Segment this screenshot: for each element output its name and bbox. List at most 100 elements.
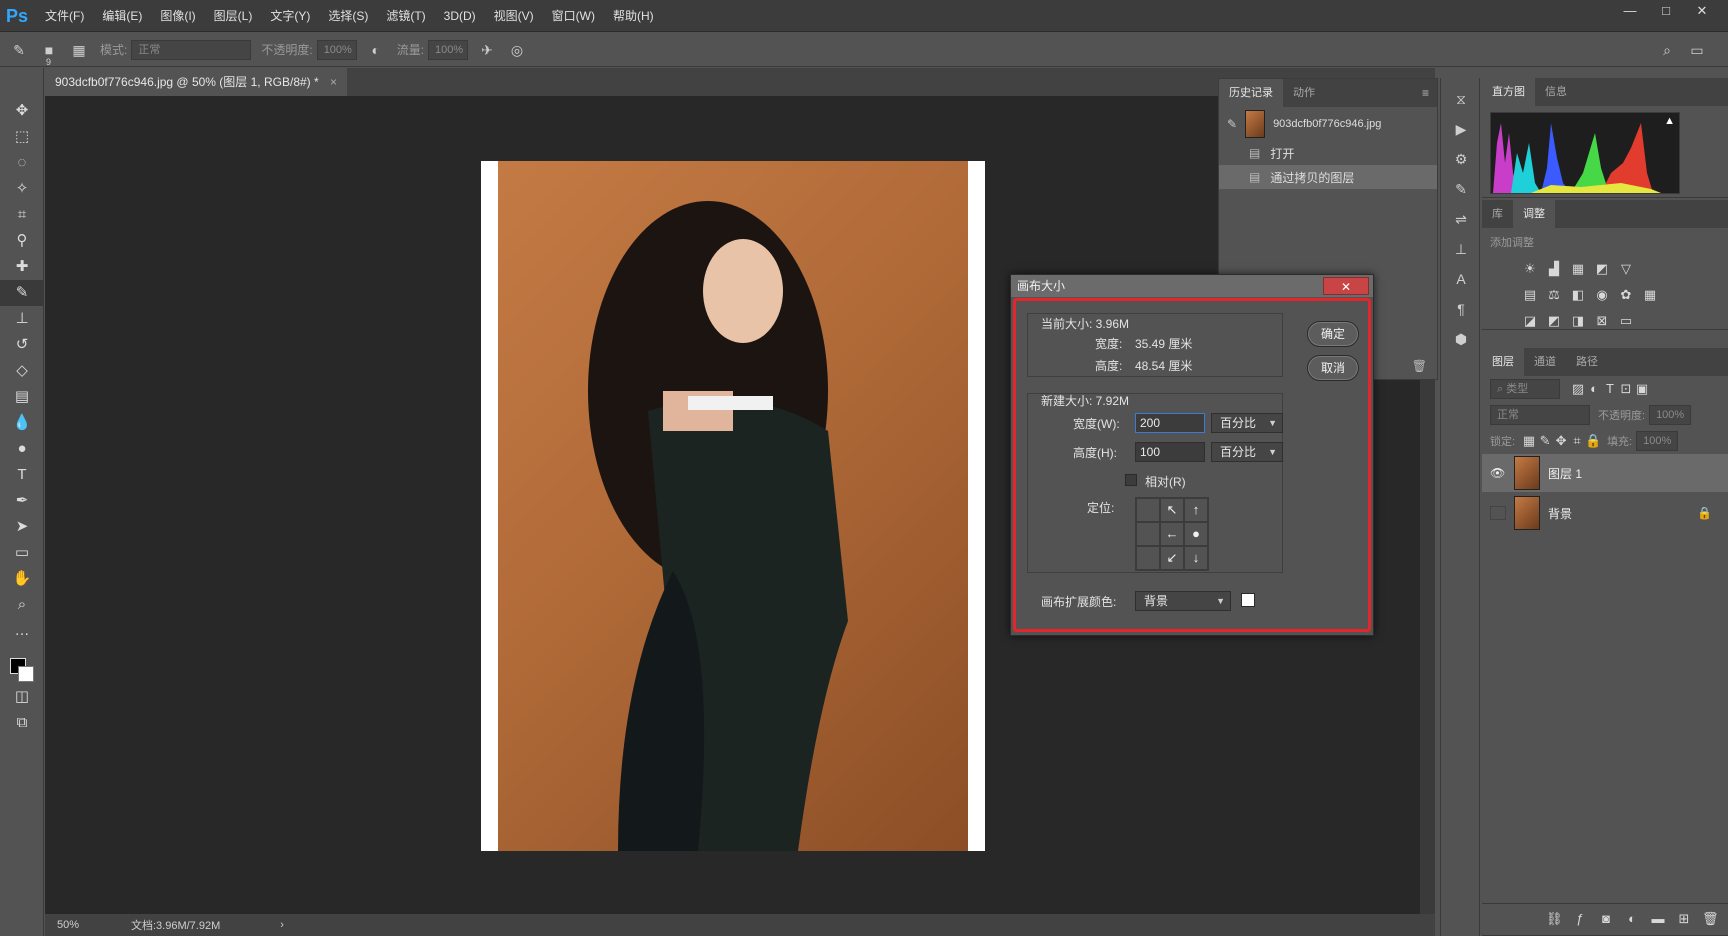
add-mask-icon[interactable]: ◙ xyxy=(1598,911,1614,927)
brush-settings-dock-icon[interactable]: ⇌ xyxy=(1441,204,1481,234)
actions-dock-icon[interactable]: ▶ xyxy=(1441,114,1481,144)
history-brush-tool-icon[interactable]: ↺ xyxy=(0,332,44,358)
filter-shape-icon[interactable]: ⊡ xyxy=(1618,381,1634,397)
layer-row[interactable]: 背景 🔒 xyxy=(1482,494,1728,532)
gradient-tool-icon[interactable]: ▤ xyxy=(0,384,44,410)
tab-history[interactable]: 历史记录 xyxy=(1219,79,1283,107)
new-layer-icon[interactable]: ⊞ xyxy=(1676,911,1692,927)
flow-input[interactable]: 100% xyxy=(428,39,469,60)
photo-filter-icon[interactable]: ◉ xyxy=(1594,287,1610,303)
move-tool-icon[interactable]: ✥ xyxy=(0,98,44,124)
menu-edit[interactable]: 编辑(E) xyxy=(93,0,151,32)
color-swatches[interactable] xyxy=(0,644,44,684)
lasso-tool-icon[interactable]: ◌ xyxy=(0,150,44,176)
layer-filter-select[interactable]: ⌕ 类型 xyxy=(1490,379,1560,399)
delete-layer-icon[interactable]: 🗑 xyxy=(1702,911,1719,927)
filter-type-icon[interactable]: T xyxy=(1602,381,1618,397)
zoom-tool-icon[interactable]: ⌕ xyxy=(0,592,44,618)
lock-artboard-icon[interactable]: ⌗ xyxy=(1569,433,1585,449)
brush-source-icon[interactable]: ✎ xyxy=(1227,117,1237,131)
levels-icon[interactable]: ▟ xyxy=(1546,261,1562,277)
eraser-tool-icon[interactable]: ◇ xyxy=(0,358,44,384)
minimize-button[interactable]: — xyxy=(1612,0,1648,22)
tab-paths[interactable]: 路径 xyxy=(1566,348,1608,376)
tab-info[interactable]: 信息 xyxy=(1535,78,1577,106)
lock-transparent-icon[interactable]: ▦ xyxy=(1521,433,1537,449)
brightness-icon[interactable]: ☀ xyxy=(1522,261,1538,277)
panel-menu-icon[interactable]: ≡ xyxy=(1422,86,1429,100)
path-select-tool-icon[interactable]: ➤ xyxy=(0,514,44,540)
filter-pixel-icon[interactable]: ▨ xyxy=(1570,381,1586,397)
properties-dock-icon[interactable]: ⚙ xyxy=(1441,144,1481,174)
lock-position-icon[interactable]: ✥ xyxy=(1553,433,1569,449)
fx-icon[interactable]: ƒ xyxy=(1572,911,1588,927)
color-lookup-icon[interactable]: ▦ xyxy=(1642,287,1658,303)
mode-select[interactable]: 正常 xyxy=(131,39,252,60)
menu-file[interactable]: 文件(F) xyxy=(36,0,93,32)
hand-tool-icon[interactable]: ✋ xyxy=(0,566,44,592)
dodge-tool-icon[interactable]: ● xyxy=(0,436,44,462)
lock-image-icon[interactable]: ✎ xyxy=(1537,433,1553,449)
search-icon[interactable]: ⌕ xyxy=(1656,39,1678,61)
clone-source-dock-icon[interactable]: ⊥ xyxy=(1441,234,1481,264)
history-entry-selected[interactable]: ▤ 通过拷贝的图层 xyxy=(1219,165,1437,189)
tab-libraries[interactable]: 库 xyxy=(1482,200,1513,228)
tab-histogram[interactable]: 直方图 xyxy=(1482,78,1535,106)
stamp-tool-icon[interactable]: ⊥ xyxy=(0,306,44,332)
zoom-level[interactable]: 50% xyxy=(57,919,107,931)
menu-image[interactable]: 图像(I) xyxy=(151,0,204,32)
lock-all-icon[interactable]: 🔒 xyxy=(1585,433,1601,449)
marquee-tool-icon[interactable]: ⬚ xyxy=(0,124,44,150)
vibrance-icon[interactable]: ▽ xyxy=(1618,261,1634,277)
maximize-button[interactable]: □ xyxy=(1648,0,1684,22)
menu-help[interactable]: 帮助(H) xyxy=(604,0,663,32)
layer-row[interactable]: 👁 图层 1 xyxy=(1482,454,1728,492)
quick-mask-icon[interactable]: ◫ xyxy=(0,684,44,710)
airbrush-icon[interactable]: ✈ xyxy=(476,39,498,61)
close-window-button[interactable]: ✕ xyxy=(1684,0,1720,22)
brush-panel-icon[interactable]: ▦ xyxy=(68,39,90,61)
menu-type[interactable]: 文字(Y) xyxy=(261,0,319,32)
curves-icon[interactable]: ▦ xyxy=(1570,261,1586,277)
healing-brush-tool-icon[interactable]: ✚ xyxy=(0,254,44,280)
pen-tool-icon[interactable]: ✒ xyxy=(0,488,44,514)
new-group-icon[interactable]: ▬ xyxy=(1650,911,1666,927)
posterize-icon[interactable]: ◩ xyxy=(1546,313,1562,329)
lock-icon[interactable]: 🔒 xyxy=(1697,506,1712,520)
pressure-opacity-icon[interactable]: ◐ xyxy=(365,39,387,61)
type-tool-icon[interactable]: T xyxy=(0,462,44,488)
crop-tool-icon[interactable]: ⌗ xyxy=(0,202,44,228)
hue-saturation-icon[interactable]: ▤ xyxy=(1522,287,1538,303)
shape-tool-icon[interactable]: ▭ xyxy=(0,540,44,566)
background-color-swatch[interactable] xyxy=(18,666,34,682)
opacity-input[interactable]: 100% xyxy=(316,39,357,60)
channel-mixer-icon[interactable]: ✿ xyxy=(1618,287,1634,303)
character-dock-icon[interactable]: A xyxy=(1441,264,1481,294)
blur-tool-icon[interactable]: 💧 xyxy=(0,410,44,436)
history-snapshot[interactable]: ✎ 903dcfb0f776c946.jpg xyxy=(1219,107,1437,141)
tab-adjustments[interactable]: 调整 xyxy=(1513,200,1555,228)
eyedropper-tool-icon[interactable]: ⚲ xyxy=(0,228,44,254)
invert-icon[interactable]: ◪ xyxy=(1522,313,1538,329)
new-adjustment-icon[interactable]: ◐ xyxy=(1624,911,1640,927)
close-tab-icon[interactable]: × xyxy=(330,75,337,89)
visibility-eye-icon[interactable]: 👁 xyxy=(1490,466,1506,480)
brush-preset-picker[interactable]: ■ 9 xyxy=(38,39,60,67)
brush-tool-icon[interactable]: ✎ xyxy=(8,39,30,61)
tab-layers[interactable]: 图层 xyxy=(1482,348,1524,376)
visibility-toggle[interactable] xyxy=(1490,506,1506,520)
link-layers-icon[interactable]: ⛓ xyxy=(1546,911,1563,927)
menu-select[interactable]: 选择(S) xyxy=(319,0,377,32)
quick-select-tool-icon[interactable]: ✧ xyxy=(0,176,44,202)
threshold-icon[interactable]: ◨ xyxy=(1570,313,1586,329)
screen-mode-icon[interactable]: ⧉ xyxy=(0,710,44,736)
menu-layer[interactable]: 图层(L) xyxy=(205,0,262,32)
filter-adjustment-icon[interactable]: ◐ xyxy=(1586,381,1602,397)
blend-mode-select[interactable]: 正常 xyxy=(1490,405,1590,425)
color-balance-icon[interactable]: ⚖ xyxy=(1546,287,1562,303)
black-white-icon[interactable]: ◧ xyxy=(1570,287,1586,303)
dialog-close-button[interactable]: ✕ xyxy=(1323,277,1369,295)
menu-filter[interactable]: 滤镜(T) xyxy=(377,0,434,32)
brush-tool-icon[interactable]: ✎ xyxy=(0,280,44,306)
tab-channels[interactable]: 通道 xyxy=(1524,348,1566,376)
